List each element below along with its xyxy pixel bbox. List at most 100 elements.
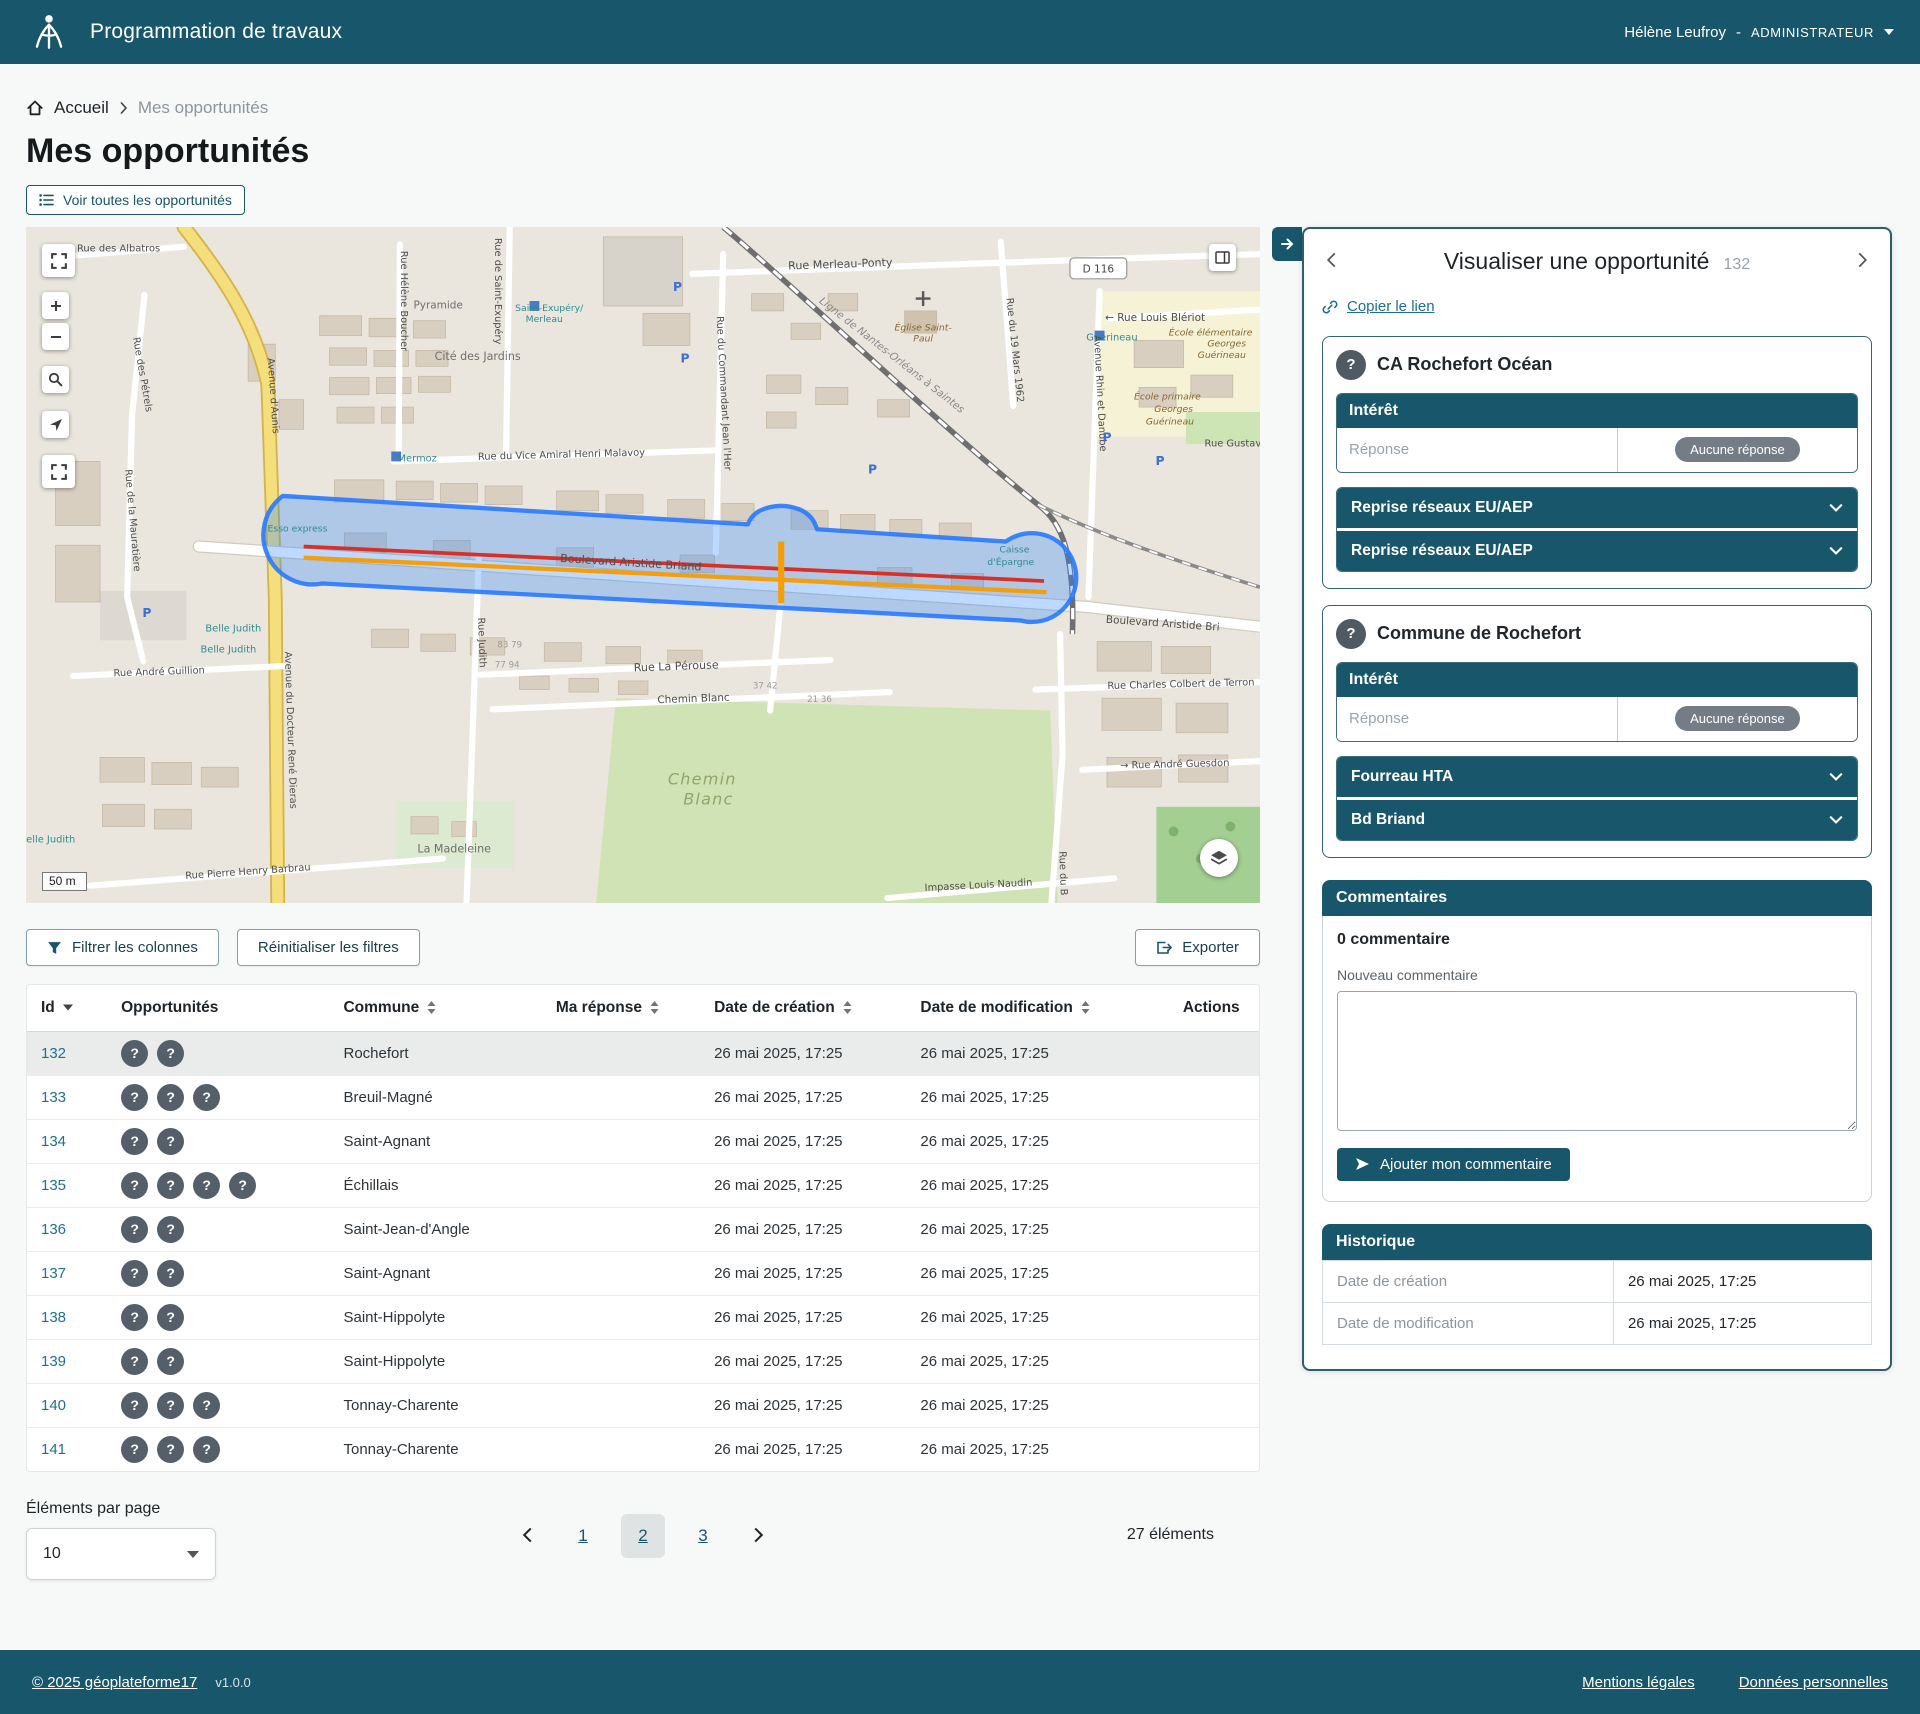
- opportunity-type-badge[interactable]: ?: [121, 1348, 148, 1375]
- home-icon[interactable]: [26, 99, 44, 117]
- page-button[interactable]: 1: [561, 1514, 605, 1558]
- column-header-commune[interactable]: Commune: [329, 985, 541, 1031]
- response-input[interactable]: [1337, 428, 1617, 472]
- commune-cell: Saint-Agnant: [329, 1119, 541, 1163]
- user-separator: -: [1736, 24, 1741, 41]
- opportunity-id-link[interactable]: 141: [41, 1441, 66, 1458]
- previous-opportunity-button[interactable]: [1322, 247, 1341, 276]
- opportunity-type-badge[interactable]: ?: [193, 1172, 220, 1199]
- page-button[interactable]: 2: [621, 1514, 665, 1558]
- privacy-link[interactable]: Données personnelles: [1739, 1674, 1888, 1691]
- minimap-toggle-icon[interactable]: [1209, 244, 1236, 271]
- opportunity-type-badge[interactable]: ?: [157, 1172, 184, 1199]
- opportunity-row[interactable]: 140???Tonnay-Charente26 mai 2025, 17:252…: [27, 1383, 1259, 1427]
- opportunity-type-badge[interactable]: ?: [121, 1436, 148, 1463]
- filter-columns-button[interactable]: Filtrer les colonnes: [26, 929, 219, 966]
- modified-cell: 26 mai 2025, 17:25: [906, 1251, 1168, 1295]
- column-header-date-creation[interactable]: Date de création: [700, 985, 906, 1031]
- next-opportunity-button[interactable]: [1853, 247, 1872, 276]
- opportunity-type-badge[interactable]: ?: [121, 1128, 148, 1155]
- opportunity-type-badge[interactable]: ?: [157, 1304, 184, 1331]
- opportunity-row[interactable]: 137??Saint-Agnant26 mai 2025, 17:2526 ma…: [27, 1251, 1259, 1295]
- legal-link[interactable]: Mentions légales: [1582, 1674, 1695, 1691]
- opportunity-id-link[interactable]: 133: [41, 1089, 66, 1106]
- opportunity-row[interactable]: 133???Breuil-Magné26 mai 2025, 17:2526 m…: [27, 1075, 1259, 1119]
- previous-page-button[interactable]: [516, 1520, 539, 1553]
- opportunity-type-badge[interactable]: ?: [157, 1084, 184, 1111]
- breadcrumb-home-link[interactable]: Accueil: [54, 98, 109, 118]
- map-label: Chemin Blanc: [657, 692, 730, 707]
- locate-icon[interactable]: [42, 411, 69, 438]
- opportunity-id-link[interactable]: 136: [41, 1221, 66, 1238]
- opportunity-id-link[interactable]: 139: [41, 1353, 66, 1370]
- opportunity-type-badge[interactable]: ?: [121, 1304, 148, 1331]
- opportunity-id-link[interactable]: 137: [41, 1265, 66, 1282]
- layers-icon[interactable]: [1200, 839, 1238, 877]
- section-accordion[interactable]: Reprise réseaux EU/AEP: [1337, 531, 1857, 571]
- column-header-opportunites: Opportunités: [107, 985, 329, 1031]
- opportunity-row[interactable]: 134??Saint-Agnant26 mai 2025, 17:2526 ma…: [27, 1119, 1259, 1163]
- opportunity-type-badge[interactable]: ?: [121, 1216, 148, 1243]
- response-cell: [542, 1427, 700, 1471]
- footer-copyright-link[interactable]: © 2025 géoplateforme17: [32, 1674, 197, 1691]
- user-menu[interactable]: Hélène Leufroy - ADMINISTRATEUR: [1624, 24, 1894, 41]
- export-button[interactable]: Exporter: [1135, 929, 1260, 966]
- opportunity-type-badge[interactable]: ?: [193, 1436, 220, 1463]
- items-per-page-select[interactable]: 10: [26, 1528, 216, 1580]
- opportunity-type-badge[interactable]: ?: [121, 1040, 148, 1067]
- opportunity-type-badge[interactable]: ?: [157, 1392, 184, 1419]
- section-accordion[interactable]: Reprise réseaux EU/AEP: [1337, 488, 1857, 528]
- opportunity-id-link[interactable]: 135: [41, 1177, 66, 1194]
- opportunity-type-badge[interactable]: ?: [121, 1172, 148, 1199]
- opportunity-type-badge[interactable]: ?: [157, 1216, 184, 1243]
- column-header-id[interactable]: Id: [27, 985, 107, 1031]
- opportunity-type-badge[interactable]: ?: [157, 1348, 184, 1375]
- copy-link-button[interactable]: Copier le lien: [1322, 298, 1435, 315]
- opportunity-row[interactable]: 138??Saint-Hippolyte26 mai 2025, 17:2526…: [27, 1295, 1259, 1339]
- opportunity-row[interactable]: 141???Tonnay-Charente26 mai 2025, 17:252…: [27, 1427, 1259, 1471]
- opportunity-type-badge[interactable]: ?: [193, 1392, 220, 1419]
- response-input[interactable]: [1337, 697, 1617, 741]
- zoom-out-icon[interactable]: [42, 323, 69, 350]
- map-label: P: [142, 606, 151, 620]
- next-page-button[interactable]: [747, 1520, 770, 1553]
- opportunity-type-badge[interactable]: ?: [121, 1260, 148, 1287]
- opportunity-type-badge[interactable]: ?: [121, 1392, 148, 1419]
- map[interactable]: Rue des AlbatrosRue Merleau-Ponty← Rue L…: [26, 227, 1260, 903]
- zoom-in-icon[interactable]: [42, 292, 69, 319]
- opportunity-type-badge[interactable]: ?: [157, 1040, 184, 1067]
- opportunity-row[interactable]: 136??Saint-Jean-d'Angle26 mai 2025, 17:2…: [27, 1207, 1259, 1251]
- opportunity-row[interactable]: 139??Saint-Hippolyte26 mai 2025, 17:2526…: [27, 1339, 1259, 1383]
- opportunity-id-link[interactable]: 132: [41, 1045, 66, 1062]
- page-button[interactable]: 3: [681, 1514, 725, 1558]
- opportunity-type-badge[interactable]: ?: [229, 1172, 256, 1199]
- opportunity-type-badge[interactable]: ?: [157, 1436, 184, 1463]
- created-cell: 26 mai 2025, 17:25: [700, 1427, 906, 1471]
- fullscreen-icon[interactable]: [42, 244, 75, 277]
- opportunity-type-badge[interactable]: ?: [157, 1260, 184, 1287]
- opportunity-type-badge[interactable]: ?: [193, 1084, 220, 1111]
- column-header-ma-reponse[interactable]: Ma réponse: [542, 985, 700, 1031]
- opportunity-row[interactable]: 135????Échillais26 mai 2025, 17:2526 mai…: [27, 1163, 1259, 1207]
- search-icon[interactable]: [42, 366, 69, 393]
- opportunity-id-link[interactable]: 138: [41, 1309, 66, 1326]
- commune-cell: Échillais: [329, 1163, 541, 1207]
- map-label: Mermoz: [398, 453, 437, 464]
- collapse-panel-button[interactable]: [1272, 227, 1302, 261]
- new-comment-textarea[interactable]: [1337, 991, 1857, 1131]
- expand-icon[interactable]: [42, 455, 75, 488]
- section-accordion[interactable]: Fourreau HTA: [1337, 757, 1857, 797]
- organization-avatar[interactable]: ?: [1336, 350, 1366, 380]
- opportunity-type-badge[interactable]: ?: [121, 1084, 148, 1111]
- opportunity-row[interactable]: 132??Rochefort26 mai 2025, 17:2526 mai 2…: [27, 1031, 1259, 1075]
- section-accordion[interactable]: Bd Briand: [1337, 800, 1857, 840]
- add-comment-button[interactable]: Ajouter mon commentaire: [1337, 1148, 1570, 1181]
- opportunity-id-link[interactable]: 134: [41, 1133, 66, 1150]
- reset-filters-button[interactable]: Réinitialiser les filtres: [237, 929, 420, 966]
- opportunity-type-badge[interactable]: ?: [157, 1128, 184, 1155]
- column-header-date-modification[interactable]: Date de modification: [906, 985, 1168, 1031]
- organization-avatar[interactable]: ?: [1336, 619, 1366, 649]
- map-canvas[interactable]: Rue des AlbatrosRue Merleau-Ponty← Rue L…: [26, 227, 1260, 903]
- opportunity-id-link[interactable]: 140: [41, 1397, 66, 1414]
- view-all-opportunities-button[interactable]: Voir toutes les opportunités: [26, 185, 245, 215]
